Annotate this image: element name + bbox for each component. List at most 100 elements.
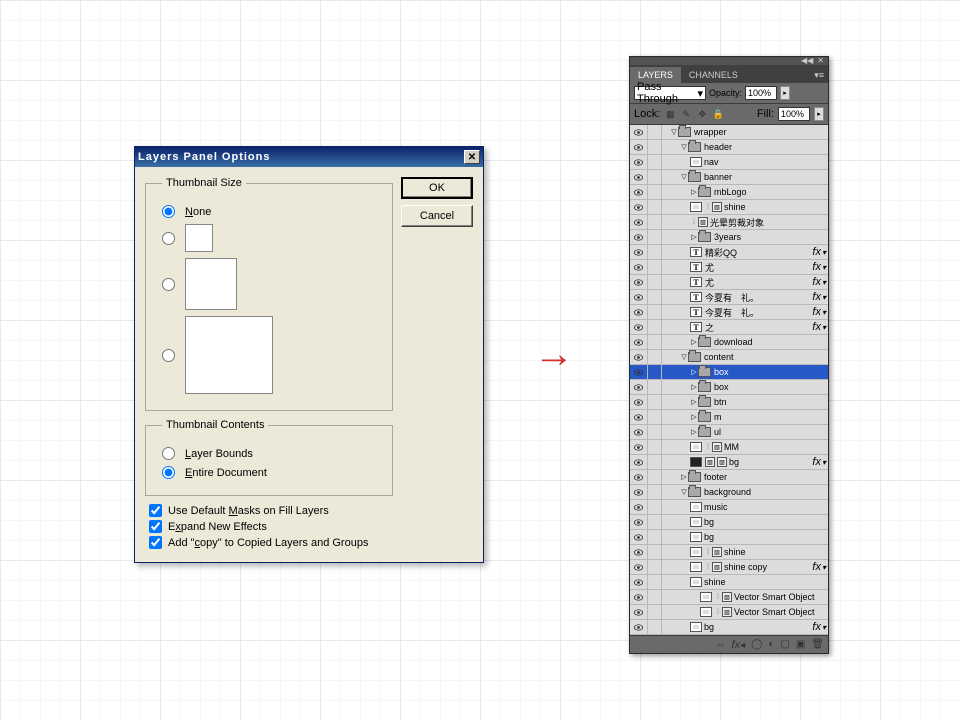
layer-row[interactable]: ⁞▧Vector Smart Object	[630, 590, 828, 605]
layer-row[interactable]: bg	[630, 530, 828, 545]
collapse-icon[interactable]: ◀◀	[801, 57, 813, 65]
visibility-icon[interactable]	[630, 500, 648, 514]
visibility-icon[interactable]	[630, 305, 648, 319]
visibility-icon[interactable]	[630, 170, 648, 184]
layer-row[interactable]: T之fx ▾	[630, 320, 828, 335]
layer-row[interactable]: ⁞▧shine	[630, 545, 828, 560]
layer-row[interactable]: T尤fx ▾	[630, 260, 828, 275]
lock-move-icon[interactable]: ✥	[696, 108, 708, 120]
layer-row[interactable]: ▽wrapper	[630, 125, 828, 140]
layer-row[interactable]: ▷btn	[630, 395, 828, 410]
panel-top-bar[interactable]: ◀◀ ✕	[630, 57, 828, 65]
chk-expand-effects[interactable]	[149, 520, 162, 533]
visibility-icon[interactable]	[630, 185, 648, 199]
layer-row[interactable]: ⁞▧光晕剪裁对象	[630, 215, 828, 230]
visibility-icon[interactable]	[630, 200, 648, 214]
lock-brush-icon[interactable]: ✎	[680, 108, 692, 120]
visibility-icon[interactable]	[630, 155, 648, 169]
visibility-icon[interactable]	[630, 410, 648, 424]
layer-row[interactable]: T精彩QQfx ▾	[630, 245, 828, 260]
fx-icon[interactable]: fx◂	[732, 639, 746, 651]
layer-row[interactable]: ▷box	[630, 380, 828, 395]
layer-row[interactable]: ▧▧bgfx ▾	[630, 455, 828, 470]
adjustment-icon[interactable]: ◐	[768, 639, 774, 650]
visibility-icon[interactable]	[630, 620, 648, 634]
visibility-icon[interactable]	[630, 275, 648, 289]
layer-row[interactable]: bg	[630, 515, 828, 530]
visibility-icon[interactable]	[630, 530, 648, 544]
fx-indicator[interactable]: fx ▾	[812, 261, 828, 273]
visibility-icon[interactable]	[630, 230, 648, 244]
layer-row[interactable]: nav	[630, 155, 828, 170]
ok-button[interactable]: OK	[401, 177, 473, 199]
fx-indicator[interactable]: fx ▾	[812, 621, 828, 633]
layer-row[interactable]: ▷3years	[630, 230, 828, 245]
radio-small[interactable]	[162, 232, 175, 245]
layer-row[interactable]: T今夏有 礼。fx ▾	[630, 290, 828, 305]
visibility-icon[interactable]	[630, 590, 648, 604]
layer-row[interactable]: ⁞▧shine	[630, 200, 828, 215]
visibility-icon[interactable]	[630, 440, 648, 454]
lock-all-icon[interactable]: 🔒	[712, 108, 724, 120]
visibility-icon[interactable]	[630, 515, 648, 529]
fx-indicator[interactable]: fx ▾	[812, 246, 828, 258]
lock-transparency-icon[interactable]: ▦	[664, 108, 676, 120]
layer-row[interactable]: ▽background	[630, 485, 828, 500]
layer-row[interactable]: ⁞▧shine copyfx ▾	[630, 560, 828, 575]
visibility-icon[interactable]	[630, 605, 648, 619]
layer-row[interactable]: ▷download	[630, 335, 828, 350]
visibility-icon[interactable]	[630, 395, 648, 409]
chk-add-copy[interactable]	[149, 536, 162, 549]
visibility-icon[interactable]	[630, 140, 648, 154]
visibility-icon[interactable]	[630, 545, 648, 559]
radio-medium[interactable]	[162, 278, 175, 291]
layer-row[interactable]: music	[630, 500, 828, 515]
visibility-icon[interactable]	[630, 455, 648, 469]
layer-row[interactable]: ▷ul	[630, 425, 828, 440]
fx-indicator[interactable]: fx ▾	[812, 291, 828, 303]
layer-row[interactable]: T尤fx ▾	[630, 275, 828, 290]
visibility-icon[interactable]	[630, 380, 648, 394]
visibility-icon[interactable]	[630, 575, 648, 589]
radio-none[interactable]	[162, 205, 175, 218]
visibility-icon[interactable]	[630, 350, 648, 364]
layer-row[interactable]: ⁞▧Vector Smart Object	[630, 605, 828, 620]
opacity-arrow-icon[interactable]: ▸	[780, 86, 790, 100]
cancel-button[interactable]: Cancel	[401, 205, 473, 227]
fill-input[interactable]: 100%	[778, 107, 810, 121]
layer-row[interactable]: ▽content	[630, 350, 828, 365]
visibility-icon[interactable]	[630, 560, 648, 574]
visibility-icon[interactable]	[630, 290, 648, 304]
layer-row[interactable]: ▷m	[630, 410, 828, 425]
blend-mode-select[interactable]: Pass Through▾	[634, 86, 706, 100]
visibility-icon[interactable]	[630, 245, 648, 259]
radio-entire-document[interactable]	[162, 466, 175, 479]
fx-indicator[interactable]: fx ▾	[812, 321, 828, 333]
close-icon[interactable]: ✕	[464, 150, 480, 164]
trash-icon[interactable]: 🗑	[811, 639, 824, 650]
visibility-icon[interactable]	[630, 335, 648, 349]
new-layer-icon[interactable]: ▣	[796, 639, 805, 650]
radio-layer-bounds[interactable]	[162, 447, 175, 460]
fx-indicator[interactable]: fx ▾	[812, 306, 828, 318]
visibility-icon[interactable]	[630, 215, 648, 229]
mask-icon[interactable]: ◯	[751, 639, 762, 650]
visibility-icon[interactable]	[630, 485, 648, 499]
layer-row[interactable]: ⁞▧MM	[630, 440, 828, 455]
close-panel-icon[interactable]: ✕	[817, 57, 824, 65]
radio-large[interactable]	[162, 349, 175, 362]
layer-row[interactable]: shine	[630, 575, 828, 590]
fx-indicator[interactable]: fx ▾	[812, 456, 828, 468]
layer-row[interactable]: ▽banner	[630, 170, 828, 185]
layer-row[interactable]: ▽header	[630, 140, 828, 155]
fill-arrow-icon[interactable]: ▸	[814, 107, 824, 121]
layer-row[interactable]: ▷box	[630, 365, 828, 380]
new-group-icon[interactable]: ▢	[780, 639, 789, 650]
layer-row[interactable]: ▷footer	[630, 470, 828, 485]
fx-indicator[interactable]: fx ▾	[812, 276, 828, 288]
visibility-icon[interactable]	[630, 125, 648, 139]
visibility-icon[interactable]	[630, 470, 648, 484]
visibility-icon[interactable]	[630, 320, 648, 334]
dialog-titlebar[interactable]: Layers Panel Options ✕	[135, 147, 483, 167]
chk-default-masks[interactable]	[149, 504, 162, 517]
